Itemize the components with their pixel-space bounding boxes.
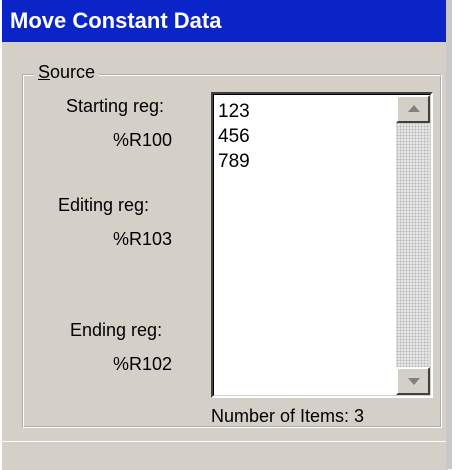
list-item[interactable]: 456 — [218, 124, 398, 149]
window-title: Move Constant Data — [2, 0, 448, 42]
item-count: Number of Items: 3 — [211, 406, 365, 426]
editing-reg-label: Editing reg: — [58, 195, 150, 215]
starting-reg-label: Starting reg: — [66, 96, 165, 116]
source-label-rest: ource — [50, 62, 96, 82]
triangle-up-icon — [408, 105, 420, 112]
list-items: 123 456 789 — [218, 99, 398, 174]
triangle-down-icon — [408, 378, 420, 385]
editing-reg-value: %R103 — [113, 229, 173, 249]
list-item[interactable]: 123 — [218, 99, 398, 124]
scroll-down-button[interactable] — [396, 367, 430, 395]
source-group-label: Source — [34, 62, 100, 83]
ending-reg-value: %R102 — [113, 354, 173, 374]
scroll-up-button[interactable] — [396, 95, 430, 123]
source-accelerator: S — [38, 62, 51, 82]
window-shadow — [446, 0, 452, 469]
constant-data-listbox[interactable]: 123 456 789 — [211, 92, 433, 398]
vertical-scrollbar[interactable] — [396, 95, 430, 395]
background-edge — [446, 0, 468, 469]
dialog-bottom-edge — [2, 441, 448, 470]
starting-reg-value: %R100 — [113, 130, 173, 150]
move-constant-data-dialog: Move Constant Data Source Starting reg: … — [0, 0, 448, 470]
ending-reg-label: Ending reg: — [70, 320, 163, 340]
list-item[interactable]: 789 — [218, 149, 398, 174]
